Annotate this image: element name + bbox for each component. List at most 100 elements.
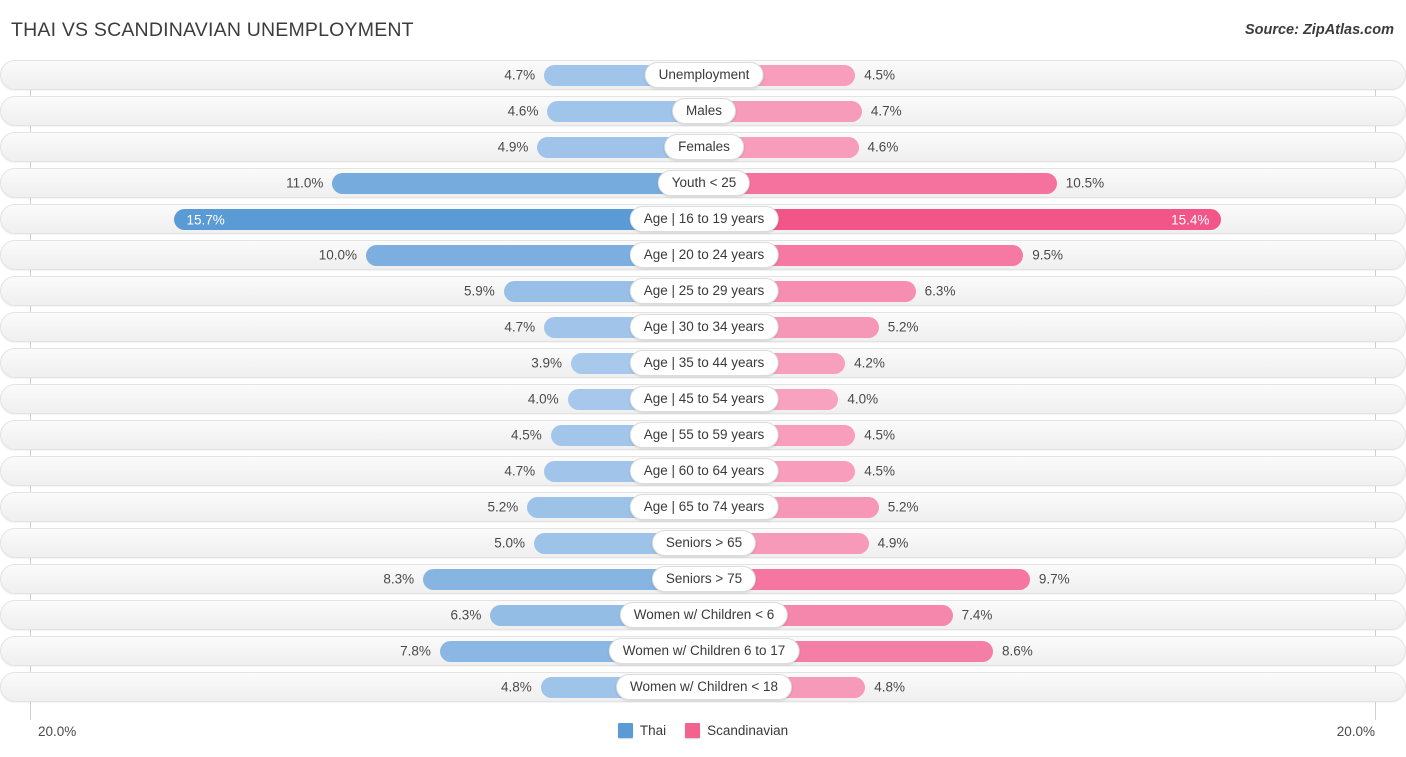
chart-row[interactable]: 5.2% 5.2% Age | 65 to 74 years <box>0 492 1406 522</box>
chart-row[interactable]: 4.8% 4.8% Women w/ Children < 18 <box>0 672 1406 702</box>
bar-value-thai: 8.3% <box>383 571 415 587</box>
chart-row-inner: 4.8% 4.8% Women w/ Children < 18 <box>1 673 1405 701</box>
bar-value-thai: 11.0% <box>286 175 324 191</box>
chart-row[interactable]: 15.7% 15.4% Age | 16 to 19 years <box>0 204 1406 234</box>
row-category-label: Age | 16 to 19 years <box>629 206 779 232</box>
chart-row[interactable]: 8.3% 9.7% Seniors > 75 <box>0 564 1406 594</box>
chart-row-inner: 11.0% 10.5% Youth < 25 <box>1 169 1405 197</box>
bar-value-scandinavian: 4.5% <box>864 463 895 479</box>
bar-value-scandinavian: 4.5% <box>864 67 895 83</box>
diverging-bar-chart: 4.7% 4.5% Unemployment 4.6% 4.7% Males 4.9% 4.6… <box>0 60 1406 720</box>
chart-row[interactable]: 4.9% 4.6% Females <box>0 132 1406 162</box>
bar-value-scandinavian: 6.3% <box>924 283 956 299</box>
chart-row-inner: 5.2% 5.2% Age | 65 to 74 years <box>1 493 1405 521</box>
bar-value-thai: 6.3% <box>450 607 482 623</box>
bar-value-thai: 4.8% <box>500 679 532 695</box>
row-category-label: Women w/ Children < 6 <box>619 602 789 628</box>
chart-row-inner: 7.8% 8.6% Women w/ Children 6 to 17 <box>1 637 1405 665</box>
bar-value-scandinavian: 15.4% <box>1171 212 1210 227</box>
bar-value-scandinavian: 4.2% <box>854 355 885 371</box>
bar-value-thai: 4.6% <box>507 103 539 119</box>
bar-value-scandinavian: 4.5% <box>864 427 895 443</box>
chart-row-inner: 4.0% 4.0% Age | 45 to 54 years <box>1 385 1405 413</box>
chart-row[interactable]: 4.7% 5.2% Age | 30 to 34 years <box>0 312 1406 342</box>
row-category-label: Age | 35 to 44 years <box>629 350 779 376</box>
chart-row-inner: 6.3% 7.4% Women w/ Children < 6 <box>1 601 1405 629</box>
row-category-label: Age | 65 to 74 years <box>629 494 779 520</box>
chart-legend: Thai Scandinavian <box>0 723 1406 738</box>
bar-value-thai: 5.2% <box>487 499 519 515</box>
row-category-label: Youth < 25 <box>657 170 751 196</box>
bar-scandinavian[interactable]: 15.4% <box>704 209 1222 230</box>
bar-value-thai: 15.7% <box>186 212 225 227</box>
legend-swatch-icon <box>617 723 633 738</box>
row-category-label: Age | 55 to 59 years <box>629 422 779 448</box>
chart-row[interactable]: 10.0% 9.5% Age | 20 to 24 years <box>0 240 1406 270</box>
chart-row-inner: 4.7% 5.2% Age | 30 to 34 years <box>1 313 1405 341</box>
chart-row-inner: 3.9% 4.2% Age | 35 to 44 years <box>1 349 1405 377</box>
chart-row[interactable]: 5.0% 4.9% Seniors > 65 <box>0 528 1406 558</box>
row-category-label: Age | 60 to 64 years <box>629 458 779 484</box>
legend-label: Scandinavian <box>707 723 789 738</box>
bar-value-thai: 10.0% <box>318 247 357 263</box>
row-category-label: Women w/ Children < 18 <box>616 674 792 700</box>
bar-value-scandinavian: 4.9% <box>877 535 909 551</box>
chart-row[interactable]: 5.9% 6.3% Age | 25 to 29 years <box>0 276 1406 306</box>
row-category-label: Seniors > 65 <box>651 530 757 556</box>
legend-item[interactable]: Scandinavian <box>685 723 788 738</box>
bar-value-scandinavian: 10.5% <box>1065 175 1105 191</box>
bar-value-scandinavian: 5.2% <box>887 319 919 335</box>
chart-row-inner: 15.7% 15.4% Age | 16 to 19 years <box>1 205 1405 233</box>
row-category-label: Women w/ Children 6 to 17 <box>608 638 800 664</box>
bar-value-thai: 3.9% <box>531 355 562 371</box>
chart-row-inner: 10.0% 9.5% Age | 20 to 24 years <box>1 241 1405 269</box>
header: THAI VS SCANDINAVIAN UNEMPLOYMENT Source… <box>0 0 1406 60</box>
chart-row-inner: 5.9% 6.3% Age | 25 to 29 years <box>1 277 1405 305</box>
chart-row[interactable]: 4.7% 4.5% Unemployment <box>0 60 1406 90</box>
row-category-label: Unemployment <box>644 62 764 88</box>
chart-row[interactable]: 4.6% 4.7% Males <box>0 96 1406 126</box>
bar-value-scandinavian: 4.0% <box>847 391 879 407</box>
row-category-label: Age | 30 to 34 years <box>629 314 779 340</box>
bar-thai[interactable] <box>332 173 702 194</box>
chart-row-inner: 8.3% 9.7% Seniors > 75 <box>1 565 1405 593</box>
bar-value-thai: 5.9% <box>463 283 495 299</box>
bar-value-scandinavian: 8.6% <box>1001 643 1033 659</box>
chart-row-inner: 4.7% 4.5% Unemployment <box>1 61 1405 89</box>
bar-value-thai: 4.0% <box>527 391 559 407</box>
row-category-label: Females <box>664 134 744 160</box>
page-title: THAI VS SCANDINAVIAN UNEMPLOYMENT <box>11 19 414 41</box>
chart-row-inner: 4.6% 4.7% Males <box>1 97 1405 125</box>
bar-value-thai: 4.5% <box>511 427 542 443</box>
bar-value-scandinavian: 9.5% <box>1032 247 1063 263</box>
bar-value-thai: 4.7% <box>504 319 536 335</box>
chart-row[interactable]: 4.0% 4.0% Age | 45 to 54 years <box>0 384 1406 414</box>
chart-row-inner: 4.7% 4.5% Age | 60 to 64 years <box>1 457 1405 485</box>
chart-row-inner: 4.9% 4.6% Females <box>1 133 1405 161</box>
bar-value-thai: 4.7% <box>504 463 536 479</box>
row-category-label: Age | 45 to 54 years <box>629 386 779 412</box>
bar-value-scandinavian: 5.2% <box>887 499 919 515</box>
source-label: Source: ZipAtlas.com <box>1244 22 1394 38</box>
legend-swatch-icon <box>685 723 701 738</box>
bar-value-thai: 5.0% <box>494 535 525 551</box>
chart-row-inner: 4.5% 4.5% Age | 55 to 59 years <box>1 421 1405 449</box>
bar-value-scandinavian: 4.8% <box>874 679 906 695</box>
bar-thai[interactable]: 15.7% <box>174 209 702 230</box>
chart-row-inner: 5.0% 4.9% Seniors > 65 <box>1 529 1405 557</box>
bar-value-scandinavian: 4.7% <box>870 103 902 119</box>
bar-value-scandinavian: 4.6% <box>867 139 899 155</box>
chart-row[interactable]: 7.8% 8.6% Women w/ Children 6 to 17 <box>0 636 1406 666</box>
chart-row[interactable]: 4.7% 4.5% Age | 60 to 64 years <box>0 456 1406 486</box>
chart-row[interactable]: 11.0% 10.5% Youth < 25 <box>0 168 1406 198</box>
legend-item[interactable]: Thai <box>617 723 667 738</box>
bar-value-thai: 4.7% <box>504 67 536 83</box>
chart-row[interactable]: 3.9% 4.2% Age | 35 to 44 years <box>0 348 1406 378</box>
legend-label: Thai <box>639 723 667 738</box>
chart-row[interactable]: 6.3% 7.4% Women w/ Children < 6 <box>0 600 1406 630</box>
row-category-label: Age | 25 to 29 years <box>629 278 779 304</box>
chart-row[interactable]: 4.5% 4.5% Age | 55 to 59 years <box>0 420 1406 450</box>
row-category-label: Males <box>671 98 737 124</box>
chart-rows: 4.7% 4.5% Unemployment 4.6% 4.7% Males 4.9% 4.6… <box>0 60 1406 708</box>
bar-scandinavian[interactable] <box>704 173 1057 194</box>
